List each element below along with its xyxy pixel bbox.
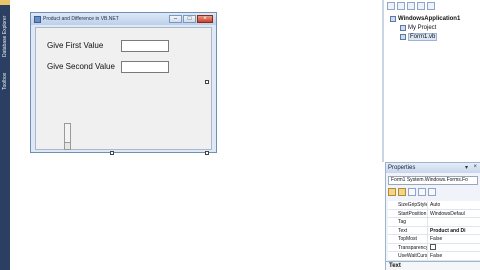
property-grid: SizeGripStyle Auto StartPosition Windows… — [388, 201, 480, 261]
close-icon[interactable]: × — [473, 164, 477, 170]
vertical-scrollbar-control[interactable] — [64, 123, 71, 150]
strip-pin-marker — [0, 0, 10, 5]
tree-item-form1[interactable]: Form1.vb — [384, 32, 480, 41]
properties-panel: Properties ▾ × Form1 System.Windows.Form… — [385, 162, 480, 270]
scrollbar-thumb[interactable] — [65, 142, 70, 149]
form-icon — [34, 15, 41, 23]
events-icon[interactable] — [418, 188, 426, 196]
refresh-icon[interactable] — [407, 2, 415, 10]
form1-window[interactable]: Product and Difference in VB.NET – □ × G… — [30, 12, 217, 153]
resize-handle-corner[interactable] — [205, 151, 209, 155]
property-row[interactable]: SizeGripStyle Auto — [388, 201, 480, 210]
project-icon — [390, 15, 396, 22]
tab-toolbox[interactable]: Toolbox — [0, 66, 10, 96]
tree-item-my-project[interactable]: My Project — [384, 23, 480, 32]
property-row[interactable]: UseWaitCursor False — [388, 252, 480, 261]
window-controls: – □ × — [169, 15, 213, 23]
property-description-title: Text — [386, 261, 480, 270]
object-selector[interactable]: Form1 System.Windows.Forms.Fo — [388, 176, 478, 185]
minimize-button[interactable]: – — [169, 15, 182, 23]
solution-explorer-toolbar — [384, 2, 480, 12]
property-row[interactable]: Text Product and Di — [388, 226, 480, 235]
properties-view-icon[interactable] — [408, 188, 416, 196]
first-value-textbox[interactable] — [121, 40, 169, 52]
form-designer-surface[interactable]: Product and Difference in VB.NET – □ × G… — [10, 0, 382, 270]
property-row[interactable]: StartPosition WindowsDefaul — [388, 209, 480, 218]
properties-title: Properties — [388, 165, 416, 171]
ide-window: Database Explorer Toolbox Product and Di… — [0, 0, 480, 270]
show-all-files-icon[interactable] — [397, 2, 405, 10]
property-row[interactable]: TopMost False — [388, 235, 480, 244]
alphabetical-icon[interactable] — [398, 188, 406, 196]
view-code-icon[interactable] — [417, 2, 425, 10]
pin-icon[interactable]: ▾ — [465, 164, 468, 171]
close-button[interactable]: × — [197, 15, 213, 23]
my-project-icon — [400, 24, 406, 31]
form-file-icon — [400, 33, 406, 40]
properties-toolbar — [388, 188, 478, 198]
label-second-value[interactable]: Give Second Value — [47, 62, 115, 71]
properties-header: Properties ▾ × — [386, 163, 480, 173]
property-row[interactable]: Transparency — [388, 243, 480, 252]
second-value-textbox[interactable] — [121, 61, 169, 73]
maximize-button[interactable]: □ — [183, 15, 196, 23]
categorized-icon[interactable] — [388, 188, 396, 196]
label-first-value[interactable]: Give First Value — [47, 41, 103, 50]
property-pages-icon[interactable] — [428, 188, 436, 196]
tab-database-explorer[interactable]: Database Explorer — [0, 6, 10, 66]
resize-handle-bottom[interactable] — [110, 151, 114, 155]
form-client-area[interactable]: Give First Value Give Second Value — [35, 27, 212, 150]
form-title: Product and Difference in VB.NET — [43, 16, 119, 22]
transparency-checkbox[interactable] — [430, 243, 436, 250]
solution-tree: WindowsApplication1 My Project Form1.vb — [384, 14, 480, 41]
resize-handle-right[interactable] — [205, 80, 209, 84]
form-title-bar[interactable]: Product and Difference in VB.NET – □ × — [31, 13, 216, 25]
left-tool-strip: Database Explorer Toolbox — [0, 0, 10, 270]
property-row[interactable]: Tag — [388, 218, 480, 227]
tree-item-project[interactable]: WindowsApplication1 — [384, 14, 480, 23]
view-designer-icon[interactable] — [427, 2, 435, 10]
solution-explorer-panel: WindowsApplication1 My Project Form1.vb — [382, 0, 480, 162]
properties-icon[interactable] — [387, 2, 395, 10]
